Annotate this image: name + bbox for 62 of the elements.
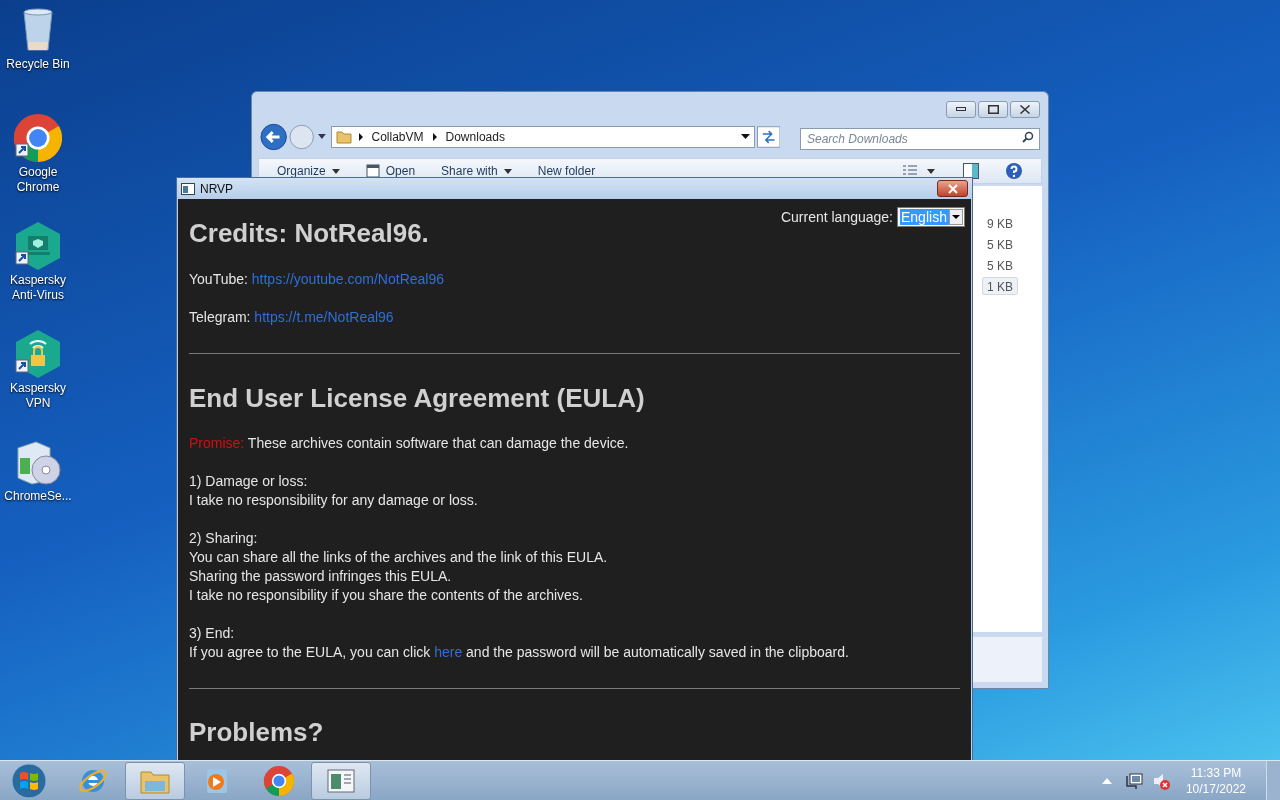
taskbar-button[interactable] [311, 761, 371, 800]
clause-title: 2) Sharing: [189, 529, 259, 548]
minimize-icon [956, 107, 966, 111]
caret-icon[interactable] [740, 134, 750, 140]
clause-text: If you agree to the EULA, you can click here and the password will be automatically saved in the clipboard. [189, 643, 850, 662]
section-heading: Credits: NotReal96. [189, 217, 429, 249]
desktop-icon-label[interactable]: ChromeSe... [1, 489, 75, 504]
contact-line: YouTube: https://youtube.com/NotReal96 [189, 270, 446, 289]
taskbar-button[interactable] [125, 761, 185, 800]
close-button[interactable] [1010, 100, 1040, 118]
file-size-cell[interactable]: 5 KB [982, 256, 1018, 274]
search-field[interactable]: Search Downloads [800, 128, 1040, 150]
back-button[interactable] [260, 123, 288, 151]
breadcrumb-item[interactable]: Downloads [443, 128, 507, 146]
clause-text: I take no responsibility for any damage or loss. [189, 491, 479, 510]
help-icon[interactable] [1005, 162, 1023, 180]
clause-text: Sharing the password infringes this EULA. [189, 567, 453, 586]
network-icon[interactable] [1125, 771, 1144, 790]
breadcrumb-item[interactable]: CollabVM [369, 128, 426, 146]
toolbar-button[interactable]: New folder [537, 162, 596, 180]
window-title: NRVP [200, 180, 234, 198]
file-size-cell[interactable]: 5 KB [982, 235, 1018, 253]
refresh-button[interactable] [756, 126, 780, 148]
contact-line: Telegram: https://t.me/NotReal96 [189, 308, 395, 327]
folder-icon[interactable] [335, 130, 352, 144]
clause-text: I take no responsibility if you share the contents of the archives. [189, 586, 584, 605]
muted-speaker-icon[interactable] [1151, 771, 1170, 790]
minimize-button[interactable] [946, 100, 976, 118]
app-window-icon[interactable] [181, 182, 195, 195]
section-heading: Problems? [189, 716, 324, 748]
file-size-cell[interactable]: 9 KB [982, 214, 1018, 232]
chevron-icon[interactable] [357, 133, 364, 141]
address-bar[interactable]: CollabVM Downloads [330, 126, 755, 148]
caret-icon[interactable] [503, 168, 512, 174]
warning-text: Promise: These archives contain software that can damage the device. [189, 434, 630, 453]
close-icon [1020, 104, 1030, 114]
desktop-icon-label[interactable]: Recycle Bin [1, 57, 75, 72]
toolbar-button[interactable]: Share with [441, 162, 512, 180]
toolbar-button[interactable]: Organize [277, 162, 340, 180]
section-heading: End User License Agreement (EULA) [189, 382, 645, 414]
start-button[interactable] [9, 760, 49, 800]
maximize-icon [987, 104, 999, 114]
desktop-icon-label[interactable]: Google Chrome [1, 165, 75, 195]
close-button[interactable] [937, 180, 968, 197]
chrome-icon [263, 764, 295, 797]
desktop-icon-label[interactable]: Kaspersky Anti-Virus [1, 273, 75, 303]
view-options-icon[interactable] [903, 164, 937, 178]
caret-icon[interactable] [331, 168, 340, 174]
search-icon[interactable] [1022, 131, 1034, 143]
desktop-icon-label[interactable]: Kaspersky VPN [1, 381, 75, 411]
preview-pane-icon[interactable] [963, 163, 979, 179]
close-icon [946, 183, 959, 194]
file-size-cell[interactable]: 1 KB [982, 277, 1018, 295]
clause-title: 3) End: [189, 624, 236, 643]
chevron-icon[interactable] [431, 133, 438, 141]
caret-icon[interactable] [316, 133, 327, 141]
clause-text: You can share all the links of the archives and the link of this EULA. [189, 548, 609, 567]
window-icon[interactable] [365, 164, 380, 178]
language-label: Current language: [780, 207, 893, 227]
caret-icon[interactable] [949, 209, 963, 225]
clause-title: 1) Damage or loss: [189, 472, 309, 491]
maximize-button[interactable] [978, 100, 1008, 118]
